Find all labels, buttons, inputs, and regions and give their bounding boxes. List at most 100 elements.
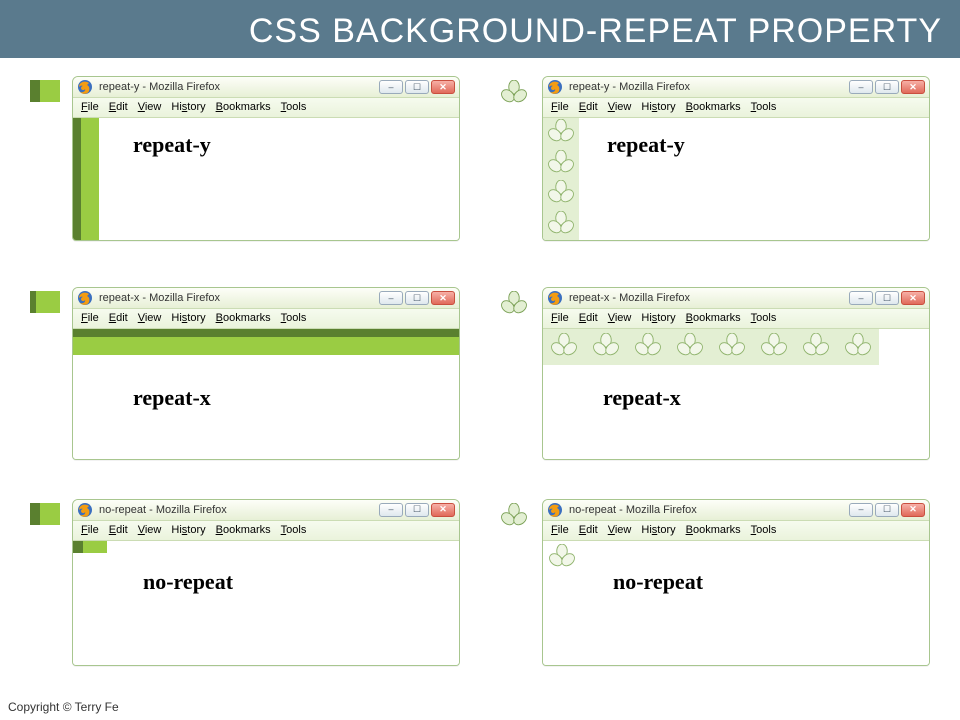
browser-menubar: File Edit View History Bookmarks Tools — [543, 98, 929, 118]
browser-titlebar: repeat-y - Mozilla Firefox – ☐ ✕ — [73, 77, 459, 98]
menu-view[interactable]: View — [138, 101, 162, 114]
close-button[interactable]: ✕ — [901, 291, 925, 305]
window-title: repeat-y - Mozilla Firefox — [567, 81, 845, 93]
leaf-tile — [711, 329, 753, 365]
close-button[interactable]: ✕ — [901, 80, 925, 94]
menu-edit[interactable]: Edit — [109, 524, 128, 537]
menu-history[interactable]: History — [641, 312, 675, 325]
window-title: no-repeat - Mozilla Firefox — [97, 504, 375, 516]
menu-history[interactable]: History — [171, 524, 205, 537]
menu-view[interactable]: View — [608, 312, 632, 325]
menu-edit[interactable]: Edit — [579, 312, 598, 325]
close-button[interactable]: ✕ — [901, 503, 925, 517]
menu-tools[interactable]: Tools — [281, 312, 307, 325]
menu-view[interactable]: View — [138, 312, 162, 325]
example-repeat-x-leaf: repeat-x - Mozilla Firefox – ☐ ✕ File Ed… — [500, 287, 930, 476]
menu-view[interactable]: View — [138, 524, 162, 537]
browser-menubar: File Edit View History Bookmarks Tools — [543, 309, 929, 329]
window-title: repeat-y - Mozilla Firefox — [97, 81, 375, 93]
slide-title: CSS BACKGROUND-REPEAT PROPERTY — [249, 12, 942, 51]
menu-edit[interactable]: Edit — [109, 101, 128, 114]
menu-view[interactable]: View — [608, 524, 632, 537]
leaf-tile — [669, 329, 711, 365]
menu-edit[interactable]: Edit — [579, 101, 598, 114]
content-area: repeat-y - Mozilla Firefox – ☐ ✕ File Ed… — [0, 58, 960, 720]
minimize-button[interactable]: – — [849, 503, 873, 517]
close-button[interactable]: ✕ — [431, 291, 455, 305]
window-title: repeat-x - Mozilla Firefox — [97, 292, 375, 304]
example-repeat-y-green: repeat-y - Mozilla Firefox – ☐ ✕ File Ed… — [30, 76, 460, 265]
example-label: repeat-y — [607, 132, 685, 158]
menu-edit[interactable]: Edit — [579, 524, 598, 537]
browser-menubar: File Edit View History Bookmarks Tools — [73, 521, 459, 541]
menu-history[interactable]: History — [171, 312, 205, 325]
menu-bookmarks[interactable]: Bookmarks — [216, 524, 271, 537]
menu-view[interactable]: View — [608, 101, 632, 114]
menu-bookmarks[interactable]: Bookmarks — [686, 101, 741, 114]
maximize-button[interactable]: ☐ — [875, 503, 899, 517]
menu-file[interactable]: File — [81, 101, 99, 114]
background-tiles-vertical — [543, 118, 579, 240]
window-controls: – ☐ ✕ — [379, 291, 455, 305]
menu-file[interactable]: File — [551, 312, 569, 325]
menu-bookmarks[interactable]: Bookmarks — [686, 524, 741, 537]
browser-window: no-repeat - Mozilla Firefox – ☐ ✕ File E… — [72, 499, 460, 666]
menu-edit[interactable]: Edit — [109, 312, 128, 325]
minimize-button[interactable]: – — [379, 503, 403, 517]
close-button[interactable]: ✕ — [431, 503, 455, 517]
background-single — [543, 541, 581, 575]
firefox-icon — [547, 502, 563, 518]
swatch-leaf-icon — [500, 80, 530, 110]
minimize-button[interactable]: – — [849, 80, 873, 94]
menu-tools[interactable]: Tools — [281, 524, 307, 537]
firefox-icon — [547, 79, 563, 95]
leaf-tile — [585, 329, 627, 365]
leaf-tile — [543, 329, 585, 365]
example-label: repeat-x — [603, 385, 681, 411]
close-button[interactable]: ✕ — [431, 80, 455, 94]
menu-file[interactable]: File — [81, 524, 99, 537]
browser-viewport: repeat-x — [543, 329, 929, 459]
firefox-icon — [77, 502, 93, 518]
minimize-button[interactable]: – — [379, 80, 403, 94]
example-repeat-x-green: repeat-x - Mozilla Firefox – ☐ ✕ File Ed… — [30, 287, 460, 476]
swatch-green-icon — [30, 80, 60, 102]
menu-bookmarks[interactable]: Bookmarks — [216, 101, 271, 114]
maximize-button[interactable]: ☐ — [405, 80, 429, 94]
menu-history[interactable]: History — [641, 524, 675, 537]
browser-window: repeat-y - Mozilla Firefox – ☐ ✕ File Ed… — [542, 76, 930, 241]
menu-file[interactable]: File — [81, 312, 99, 325]
background-tiles-horizontal — [543, 329, 929, 365]
browser-window: repeat-y - Mozilla Firefox – ☐ ✕ File Ed… — [72, 76, 460, 241]
window-title: repeat-x - Mozilla Firefox — [567, 292, 845, 304]
menu-history[interactable]: History — [171, 101, 205, 114]
menu-tools[interactable]: Tools — [751, 524, 777, 537]
swatch-leaf-icon — [500, 291, 530, 321]
browser-window: repeat-x - Mozilla Firefox – ☐ ✕ File Ed… — [542, 287, 930, 460]
menu-file[interactable]: File — [551, 524, 569, 537]
maximize-button[interactable]: ☐ — [405, 503, 429, 517]
examples-grid: repeat-y - Mozilla Firefox – ☐ ✕ File Ed… — [30, 76, 930, 688]
menu-history[interactable]: History — [641, 101, 675, 114]
browser-window: repeat-x - Mozilla Firefox – ☐ ✕ File Ed… — [72, 287, 460, 460]
menu-tools[interactable]: Tools — [281, 101, 307, 114]
browser-viewport: repeat-y — [543, 118, 929, 240]
browser-viewport: repeat-y — [73, 118, 459, 240]
menu-tools[interactable]: Tools — [751, 312, 777, 325]
minimize-button[interactable]: – — [849, 291, 873, 305]
minimize-button[interactable]: – — [379, 291, 403, 305]
window-controls: – ☐ ✕ — [849, 503, 925, 517]
maximize-button[interactable]: ☐ — [875, 80, 899, 94]
maximize-button[interactable]: ☐ — [875, 291, 899, 305]
background-stripe-horizontal — [73, 329, 459, 355]
window-controls: – ☐ ✕ — [849, 291, 925, 305]
browser-menubar: File Edit View History Bookmarks Tools — [73, 98, 459, 118]
menu-tools[interactable]: Tools — [751, 101, 777, 114]
menu-bookmarks[interactable]: Bookmarks — [686, 312, 741, 325]
leaf-tile — [795, 329, 837, 365]
example-label: no-repeat — [613, 569, 703, 595]
menu-file[interactable]: File — [551, 101, 569, 114]
window-controls: – ☐ ✕ — [849, 80, 925, 94]
maximize-button[interactable]: ☐ — [405, 291, 429, 305]
menu-bookmarks[interactable]: Bookmarks — [216, 312, 271, 325]
